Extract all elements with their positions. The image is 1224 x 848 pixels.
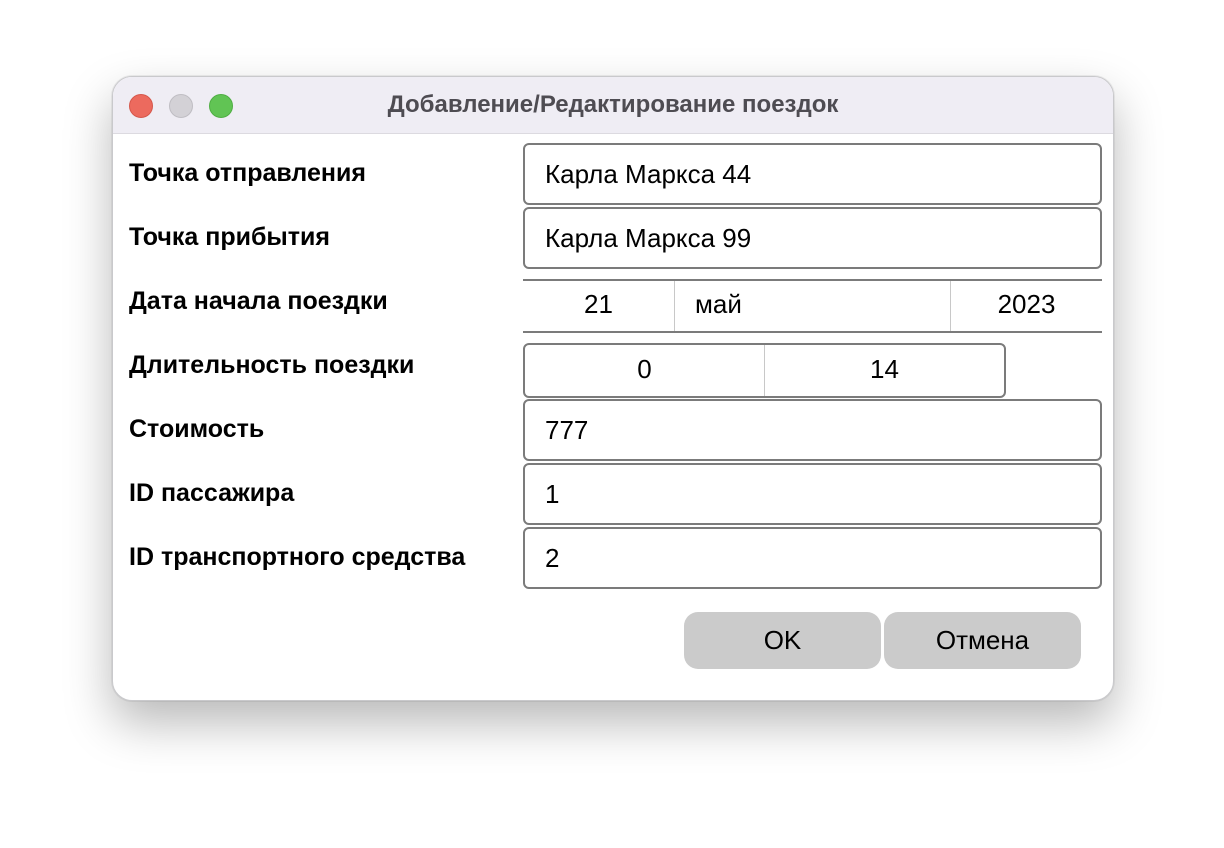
passenger-id-field[interactable]: 1 — [523, 463, 1102, 525]
vehicle-id-field[interactable]: 2 — [523, 527, 1102, 589]
duration-first-field[interactable]: 0 — [525, 345, 765, 396]
title-bar[interactable]: Добавление/Редактирование поездок — [113, 77, 1113, 134]
cancel-button[interactable]: Отмена — [884, 612, 1081, 669]
duration-picker[interactable]: 0 14 — [523, 343, 1006, 398]
start-date-label: Дата начала поездки — [129, 287, 388, 315]
start-date-day[interactable]: 21 — [523, 281, 675, 331]
dialog-window: Добавление/Редактирование поездок Точка … — [112, 76, 1114, 701]
arrival-label: Точка прибытия — [129, 223, 330, 251]
vehicle-id-label: ID транспортного средства — [129, 543, 466, 571]
duration-label: Длительность поездки — [129, 351, 415, 379]
arrival-field[interactable]: Карла Маркса 99 — [523, 207, 1102, 269]
cost-field[interactable]: 777 — [523, 399, 1102, 461]
start-date-picker[interactable]: 21 май 2023 — [523, 279, 1102, 333]
duration-second-field[interactable]: 14 — [765, 345, 1004, 396]
cost-label: Стоимость — [129, 415, 265, 443]
ok-button[interactable]: OK — [684, 612, 881, 669]
departure-field[interactable]: Карла Маркса 44 — [523, 143, 1102, 205]
start-date-year[interactable]: 2023 — [951, 281, 1102, 331]
start-date-month[interactable]: май — [675, 281, 951, 331]
passenger-id-label: ID пассажира — [129, 479, 295, 507]
departure-label: Точка отправления — [129, 159, 366, 187]
window-title: Добавление/Редактирование поездок — [387, 91, 839, 118]
